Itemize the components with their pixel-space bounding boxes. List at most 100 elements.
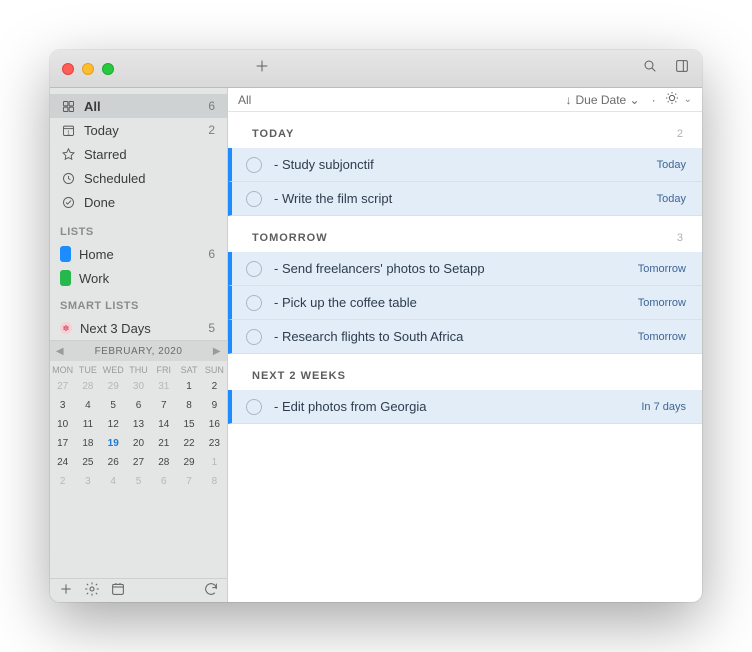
task-checkbox[interactable]	[246, 191, 262, 207]
calendar-day[interactable]: 15	[176, 415, 201, 434]
task-checkbox[interactable]	[246, 295, 262, 311]
nav-item-scheduled[interactable]: Scheduled	[50, 166, 227, 190]
calendar-day[interactable]: 3	[50, 396, 75, 415]
calendar-day[interactable]: 7	[151, 396, 176, 415]
task-row[interactable]: - Write the film scriptToday	[228, 182, 702, 216]
calendar-day[interactable]: 19	[101, 434, 126, 453]
calendar-day[interactable]: 2	[50, 472, 75, 491]
nav-item-done[interactable]: Done	[50, 190, 227, 214]
calendar-day[interactable]: 3	[75, 472, 100, 491]
calendar-day[interactable]: 16	[202, 415, 227, 434]
sort-dropdown[interactable]: Due Date ⌄	[576, 93, 640, 107]
calendar-day[interactable]: 6	[126, 396, 151, 415]
calendar-day[interactable]: 2	[202, 377, 227, 396]
cal-today-icon: 1	[60, 123, 76, 138]
calendar-day[interactable]: 13	[126, 415, 151, 434]
task-due: Today	[657, 159, 686, 171]
minimize-window-button[interactable]	[82, 63, 94, 75]
calendar-next-button[interactable]: ▶	[207, 341, 227, 361]
filter-scope[interactable]: All	[238, 93, 251, 107]
task-row[interactable]: - Research flights to South AfricaTomorr…	[228, 320, 702, 354]
close-window-button[interactable]	[62, 63, 74, 75]
task-due: In 7 days	[641, 401, 686, 413]
calendar-day[interactable]: 12	[101, 415, 126, 434]
calendar-day[interactable]: 27	[126, 453, 151, 472]
clock-icon	[60, 171, 76, 186]
calendar-day[interactable]: 8	[202, 472, 227, 491]
calendar-day[interactable]: 26	[101, 453, 126, 472]
task-checkbox[interactable]	[246, 157, 262, 173]
svg-text:1: 1	[66, 130, 69, 136]
list-item-home[interactable]: Home6	[50, 242, 227, 266]
main-panel: All ↓ Due Date ⌄ · ⌄ TODAY2- Study subjo…	[228, 88, 702, 602]
list-color-icon	[60, 246, 71, 262]
calendar-day[interactable]: 30	[126, 377, 151, 396]
list-color-icon	[60, 270, 71, 286]
nav-count: 2	[208, 123, 217, 137]
calendar-day[interactable]: 31	[151, 377, 176, 396]
group-title: TODAY	[252, 128, 294, 140]
calendar-day[interactable]: 18	[75, 434, 100, 453]
group-title: NEXT 2 WEEKS	[252, 370, 346, 382]
calendar-day[interactable]: 24	[50, 453, 75, 472]
task-row[interactable]: - Pick up the coffee tableTomorrow	[228, 286, 702, 320]
settings-button[interactable]	[84, 581, 100, 600]
calendar-day[interactable]: 11	[75, 415, 100, 434]
toggle-panel-button[interactable]	[674, 58, 690, 79]
smart-list-icon: ✽	[60, 322, 72, 334]
view-options-button[interactable]	[664, 90, 680, 109]
search-button[interactable]	[642, 58, 658, 79]
smart-list-label: Next 3 Days	[80, 321, 200, 336]
nav-count: 6	[208, 99, 217, 113]
calendar-day[interactable]: 23	[202, 434, 227, 453]
task-checkbox[interactable]	[246, 261, 262, 277]
calendar-day[interactable]: 14	[151, 415, 176, 434]
calendar-prev-button[interactable]: ◀	[50, 341, 70, 361]
calendar-day[interactable]: 4	[75, 396, 100, 415]
app-window: All61Today2StarredScheduledDone LISTS Ho…	[50, 50, 702, 602]
calendar-day[interactable]: 29	[101, 377, 126, 396]
task-due: Tomorrow	[638, 331, 686, 343]
list-item-work[interactable]: Work	[50, 266, 227, 290]
calendar-day[interactable]: 28	[75, 377, 100, 396]
traffic-lights	[62, 63, 114, 75]
group-count: 3	[677, 232, 684, 244]
task-row[interactable]: - Send freelancers' photos to SetappTomo…	[228, 252, 702, 286]
calendar-day[interactable]: 6	[151, 472, 176, 491]
calendar-day[interactable]: 20	[126, 434, 151, 453]
calendar-day[interactable]: 28	[151, 453, 176, 472]
calendar-dow: THU	[126, 361, 151, 377]
calendar-day[interactable]: 17	[50, 434, 75, 453]
task-row[interactable]: - Study subjonctifToday	[228, 148, 702, 182]
list-count: 6	[208, 247, 217, 261]
calendar-day[interactable]: 4	[101, 472, 126, 491]
calendar-day[interactable]: 29	[176, 453, 201, 472]
task-checkbox[interactable]	[246, 399, 262, 415]
smart-list-item[interactable]: ✽Next 3 Days5	[50, 316, 227, 340]
zoom-window-button[interactable]	[102, 63, 114, 75]
nav-item-all[interactable]: All6	[50, 94, 227, 118]
nav-item-today[interactable]: 1Today2	[50, 118, 227, 142]
task-row[interactable]: - Edit photos from GeorgiaIn 7 days	[228, 390, 702, 424]
calendar-day[interactable]: 22	[176, 434, 201, 453]
task-checkbox[interactable]	[246, 329, 262, 345]
calendar-day[interactable]: 27	[50, 377, 75, 396]
calendar-day[interactable]: 25	[75, 453, 100, 472]
calendar-day[interactable]: 7	[176, 472, 201, 491]
sync-button[interactable]	[203, 581, 219, 600]
calendar-toggle-button[interactable]	[110, 581, 126, 600]
calendar-day[interactable]: 1	[202, 453, 227, 472]
calendar-day[interactable]: 9	[202, 396, 227, 415]
nav-label: Done	[84, 195, 207, 210]
calendar-day[interactable]: 5	[126, 472, 151, 491]
calendar-day[interactable]: 21	[151, 434, 176, 453]
add-task-button[interactable]	[254, 58, 270, 79]
calendar-day[interactable]: 8	[176, 396, 201, 415]
nav-item-starred[interactable]: Starred	[50, 142, 227, 166]
calendar-day[interactable]: 5	[101, 396, 126, 415]
task-group-header: TODAY2	[228, 112, 702, 148]
calendar-day[interactable]: 10	[50, 415, 75, 434]
add-list-button[interactable]	[58, 581, 74, 600]
calendar-day[interactable]: 1	[176, 377, 201, 396]
task-title: - Write the film script	[274, 191, 657, 206]
